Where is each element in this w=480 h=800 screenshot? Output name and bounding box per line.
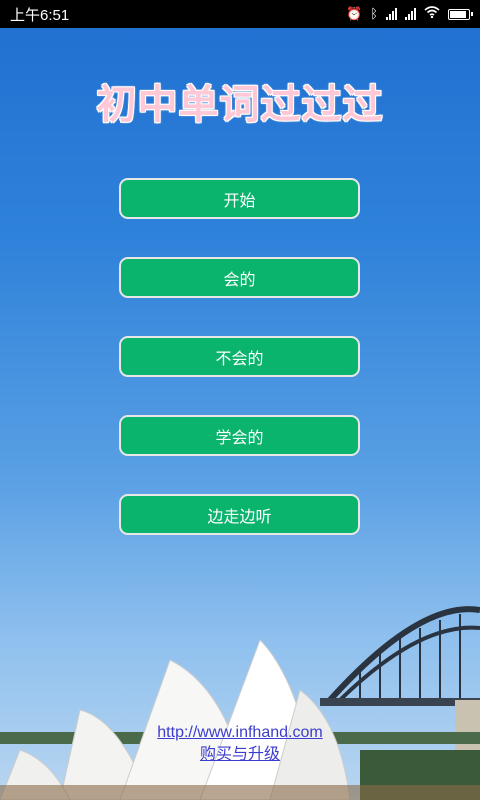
purchase-upgrade-link[interactable]: 购买与升级 [0, 744, 480, 766]
known-words-button[interactable]: 会的 [119, 257, 360, 298]
signal-icon-2 [405, 8, 416, 20]
website-link[interactable]: http://www.infhand.com [0, 722, 480, 744]
footer-links: http://www.infhand.com 购买与升级 [0, 722, 480, 766]
status-time: 上午6:51 [10, 6, 70, 24]
status-icons: ⏰ ᛒ [346, 6, 473, 22]
battery-icon [448, 8, 473, 20]
status-bar: 上午6:51 ⏰ ᛒ [0, 0, 480, 28]
learned-words-button[interactable]: 学会的 [119, 415, 360, 456]
sydney-harbour-background [0, 606, 480, 800]
walk-and-listen-button[interactable]: 边走边听 [119, 494, 360, 535]
app-title: 初中单词过过过 [96, 82, 384, 128]
signal-icon [386, 8, 397, 20]
start-button[interactable]: 开始 [119, 178, 360, 219]
wifi-icon [424, 6, 440, 22]
app-screen: 上午6:51 ⏰ ᛒ 初中单词过过过 开始 会的 不会的 学会的 边走边听 ht… [0, 0, 480, 800]
alarm-icon: ⏰ [346, 6, 363, 22]
bluetooth-icon: ᛒ [370, 6, 378, 22]
unknown-words-button[interactable]: 不会的 [119, 336, 360, 377]
